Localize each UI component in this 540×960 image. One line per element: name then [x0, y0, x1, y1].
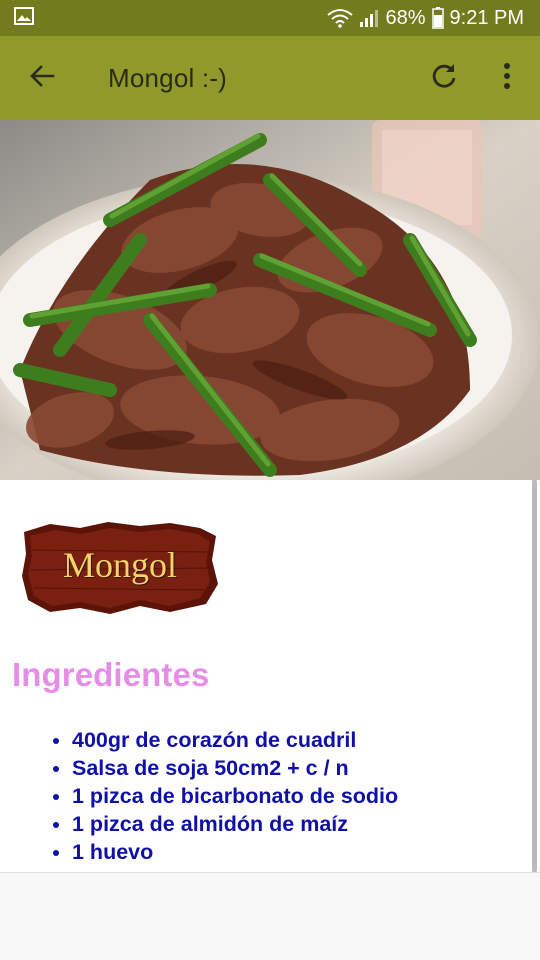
- refresh-icon: [430, 62, 458, 95]
- refresh-button[interactable]: [424, 58, 464, 98]
- image-icon: [14, 6, 34, 30]
- list-item: Salsa de soja 50cm2 + c / n: [72, 754, 398, 782]
- mongol-logo: Mongol: [20, 520, 220, 616]
- logo-text: Mongol: [62, 545, 177, 585]
- status-bar: 68% 9:21 PM: [0, 0, 540, 36]
- app-bar: Mongol :-): [0, 36, 540, 120]
- list-item: 400gr de corazón de cuadril: [72, 726, 398, 754]
- list-item: 1 huevo: [72, 838, 398, 866]
- list-item: 1 pizca de almidón de maíz: [72, 810, 398, 838]
- battery-icon: [431, 7, 444, 29]
- status-time: 9:21 PM: [449, 6, 524, 29]
- bottom-area: [0, 872, 540, 960]
- page-title: Mongol :-): [108, 63, 228, 93]
- scrollbar[interactable]: [532, 480, 537, 872]
- wifi-icon: [327, 8, 354, 28]
- battery-percent: 68%: [385, 6, 426, 29]
- ingredient-list: 400gr de corazón de cuadril Salsa de soj…: [0, 726, 398, 866]
- overflow-menu-button[interactable]: [492, 58, 522, 98]
- back-button[interactable]: [22, 60, 62, 96]
- ingredients-heading: Ingredientes: [12, 656, 210, 693]
- recipe-content: Mongol Ingredientes 400gr de corazón de …: [0, 480, 540, 872]
- back-arrow-icon: [29, 63, 55, 94]
- signal-icon: [359, 8, 379, 28]
- dish-photo: [0, 120, 540, 480]
- more-vert-icon: [503, 62, 511, 95]
- list-item: 1 pizca de bicarbonato de sodio: [72, 782, 398, 810]
